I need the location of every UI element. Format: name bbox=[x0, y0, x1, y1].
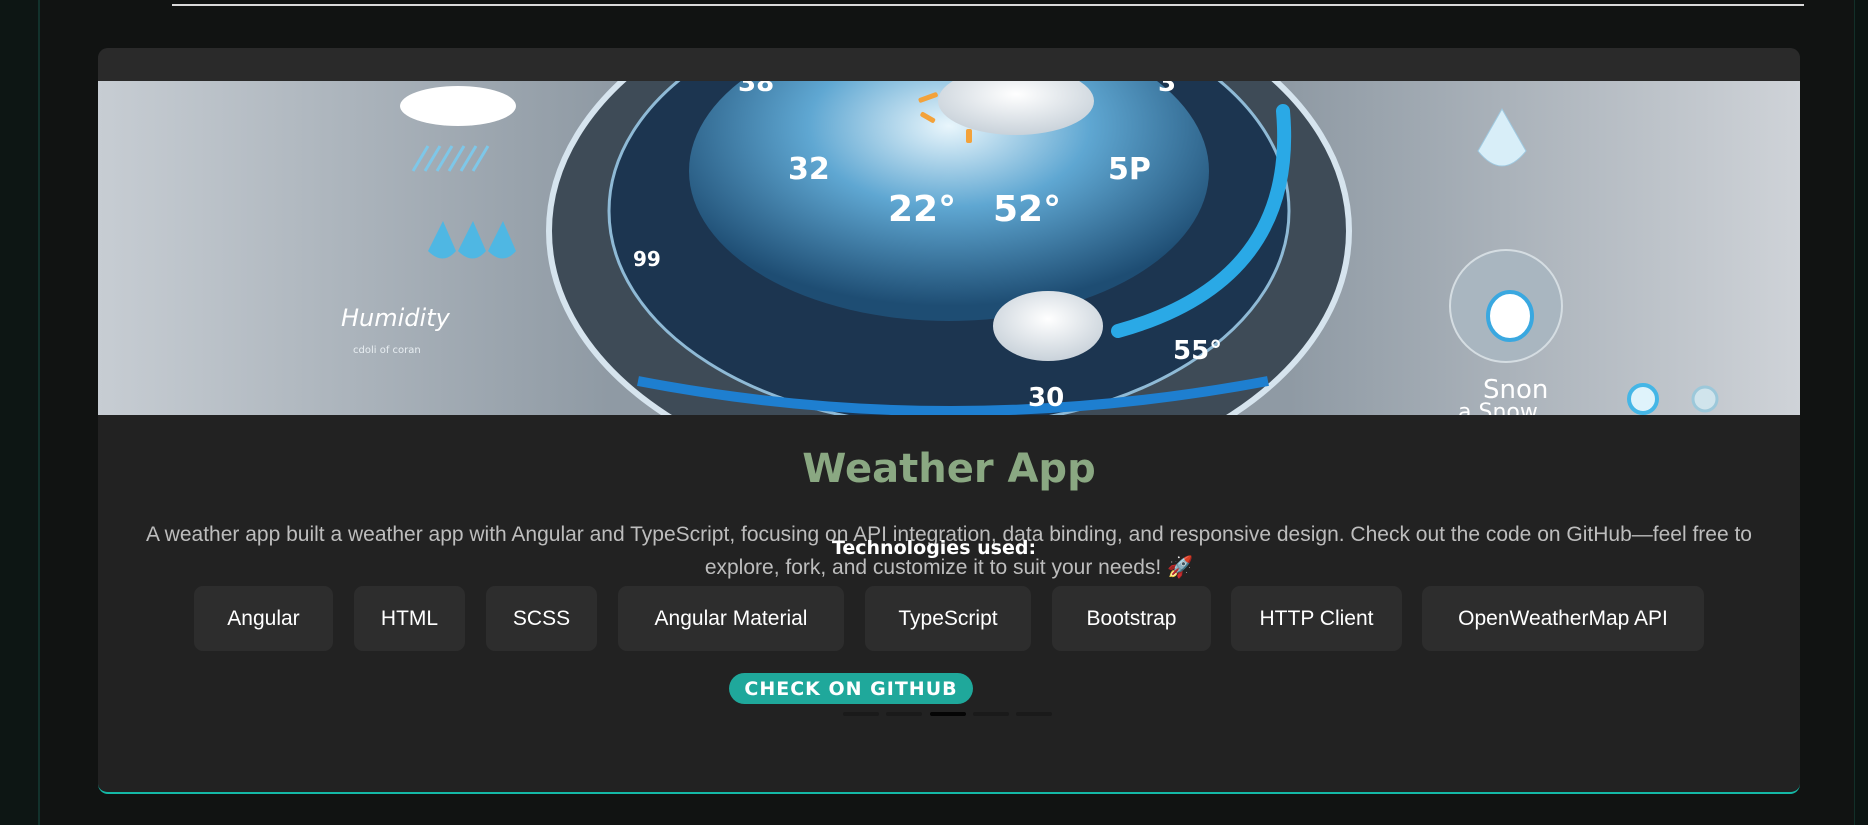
humidity-sublabel: cdoli of coran bbox=[353, 345, 421, 356]
top-divider bbox=[172, 4, 1804, 6]
temp-label: 32 bbox=[788, 152, 830, 187]
tech-chip-openweathermap-api: OpenWeatherMap API bbox=[1422, 586, 1704, 651]
tech-chip-typescript: TypeScript bbox=[865, 586, 1031, 651]
snow-dial-icon bbox=[1449, 249, 1563, 363]
tech-chip-angular: Angular bbox=[194, 586, 333, 651]
temp-label: 5P bbox=[1108, 152, 1151, 187]
card-header-strip bbox=[98, 48, 1800, 81]
bottom-cloud bbox=[993, 291, 1103, 361]
carousel-dot-1[interactable] bbox=[843, 712, 879, 716]
humidity-drops-icon bbox=[428, 221, 516, 259]
project-title: Weather App bbox=[802, 446, 1096, 492]
temp-label: 38 bbox=[738, 81, 774, 98]
carousel-dot-5[interactable] bbox=[1016, 712, 1052, 716]
technologies-heading: Technologies used: bbox=[831, 537, 1037, 559]
carousel-dot-4[interactable] bbox=[973, 712, 1009, 716]
temp-label: 3 bbox=[1158, 81, 1176, 98]
tech-chip-http-client: HTTP Client bbox=[1231, 586, 1402, 651]
humidity-label: Humidity bbox=[341, 304, 451, 332]
temp-label: 52° bbox=[993, 189, 1061, 230]
temp-label: 99 bbox=[633, 247, 661, 271]
carousel-dot-2[interactable] bbox=[886, 712, 922, 716]
tech-chip-angular-material: Angular Material bbox=[618, 586, 844, 651]
temp-label: 30 bbox=[1028, 383, 1064, 413]
tech-chip-html: HTML bbox=[354, 586, 465, 651]
project-banner-image: 38 3 32 22° 52° 5P 99 55° 30 Humidity cd… bbox=[98, 81, 1800, 415]
check-on-github-button[interactable]: CHECK ON GITHUB bbox=[729, 673, 973, 704]
carousel-dot-3[interactable] bbox=[930, 712, 966, 716]
temp-label: 55° bbox=[1173, 336, 1222, 366]
tech-chip-scss: SCSS bbox=[486, 586, 597, 651]
snow-sublabel: a Snow bbox=[1458, 400, 1538, 415]
left-rail bbox=[0, 0, 40, 825]
temp-label: 22° bbox=[888, 189, 956, 230]
right-scroll-rail[interactable] bbox=[1854, 0, 1868, 825]
tech-chip-bootstrap: Bootstrap bbox=[1052, 586, 1211, 651]
